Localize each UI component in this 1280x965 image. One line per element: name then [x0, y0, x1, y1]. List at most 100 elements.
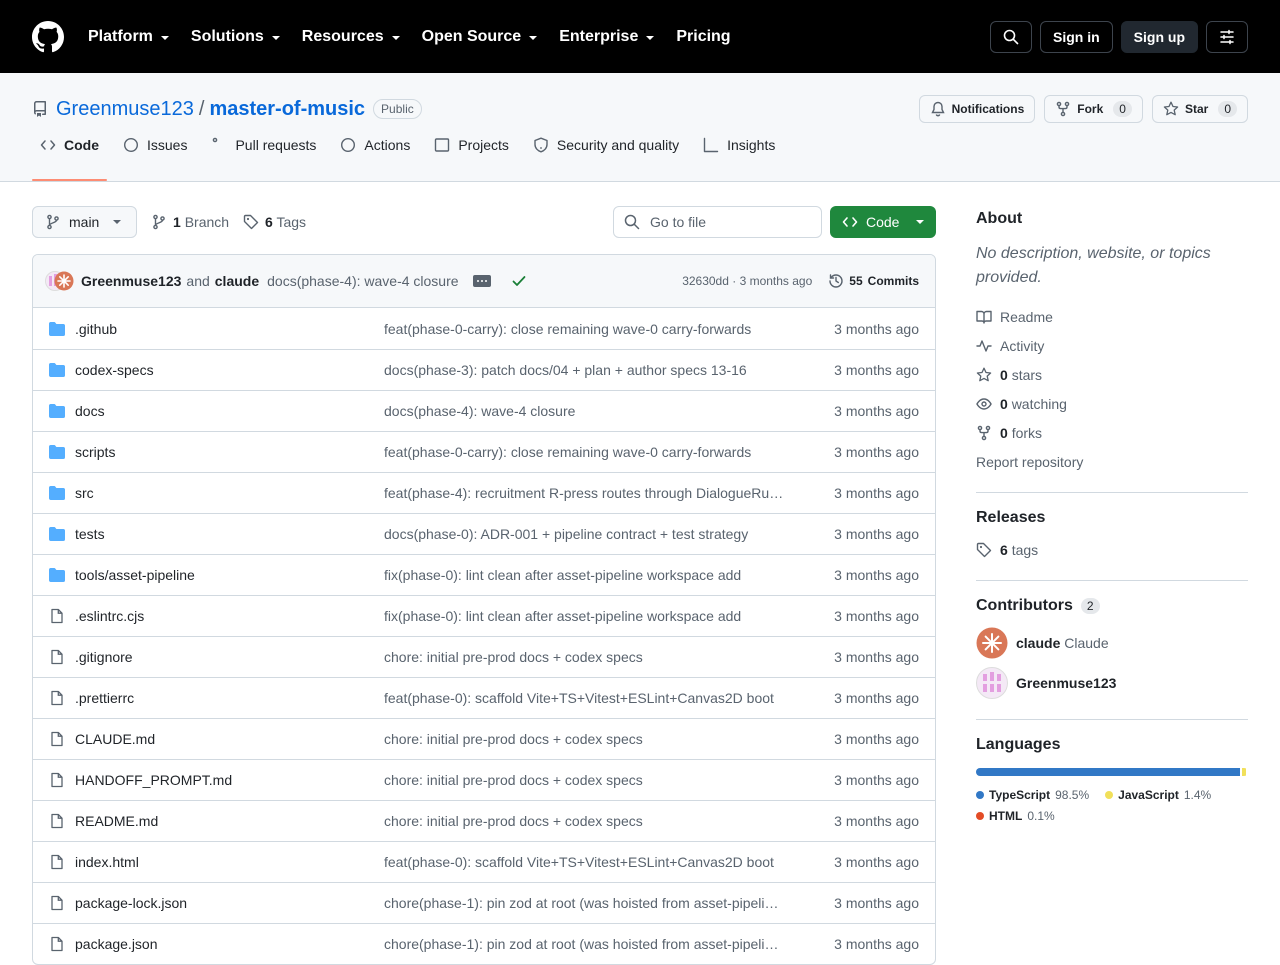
sign-in-button[interactable]: Sign in	[1040, 21, 1113, 53]
tab-label: Projects	[458, 137, 509, 153]
repo-actions: Notifications Fork 0 Star 0	[919, 95, 1248, 123]
main-content: main 1 Branch 6 Tags Go to file Code Gr	[32, 182, 936, 965]
file-commit-time: 3 months ago	[834, 813, 919, 829]
tab-code[interactable]: Code	[32, 125, 107, 165]
file-name-link[interactable]: README.md	[65, 813, 384, 829]
readme-link[interactable]: Readme	[976, 302, 1248, 331]
file-commit-message[interactable]: fix(phase-0): lint clean after asset-pip…	[384, 567, 784, 583]
nav-item-resources[interactable]: Resources	[302, 28, 400, 46]
branch-name: main	[69, 214, 99, 230]
expand-commit-button[interactable]	[473, 275, 491, 287]
file-name-link[interactable]: tests	[65, 526, 384, 542]
file-name-link[interactable]: .gitignore	[65, 649, 384, 665]
nav-item-solutions[interactable]: Solutions	[191, 28, 280, 46]
fork-button[interactable]: Fork 0	[1044, 95, 1143, 123]
latest-commit-message[interactable]: docs(phase-4): wave-4 closure	[267, 273, 458, 289]
git-branch-icon	[45, 214, 61, 230]
file-commit-message[interactable]: chore(phase-1): pin zod at root (was hoi…	[384, 936, 784, 952]
contributor-item[interactable]: claude Claude	[976, 623, 1248, 663]
file-name-link[interactable]: src	[65, 485, 384, 501]
file-commit-message[interactable]: chore(phase-1): pin zod at root (was hoi…	[384, 895, 784, 911]
tab-actions[interactable]: Actions	[332, 125, 418, 165]
file-commit-message[interactable]: chore: initial pre-prod docs + codex spe…	[384, 731, 784, 747]
nav-item-label: Enterprise	[559, 28, 638, 46]
language-color-dot	[976, 812, 984, 820]
file-commit-message[interactable]: feat(phase-0): scaffold Vite+TS+Vitest+E…	[384, 690, 784, 706]
star-button[interactable]: Star 0	[1152, 95, 1248, 123]
file-icon	[49, 895, 65, 911]
file-name-link[interactable]: index.html	[65, 854, 384, 870]
go-to-file-input[interactable]: Go to file	[613, 206, 822, 238]
file-name-link[interactable]: package-lock.json	[65, 895, 384, 911]
nav-item-label: Solutions	[191, 28, 264, 46]
file-commit-message[interactable]: chore: initial pre-prod docs + codex spe…	[384, 813, 784, 829]
branch-select[interactable]: main	[32, 206, 137, 238]
nav-item-platform[interactable]: Platform	[88, 28, 169, 46]
file-name-link[interactable]: tools/asset-pipeline	[65, 567, 384, 583]
notifications-button[interactable]: Notifications	[919, 95, 1036, 123]
commit-sha-time[interactable]: 32630dd · 3 months ago	[682, 274, 812, 288]
file-commit-message[interactable]: docs(phase-4): wave-4 closure	[384, 403, 784, 419]
file-commit-message[interactable]: chore: initial pre-prod docs + codex spe…	[384, 772, 784, 788]
repo-owner-link[interactable]: Greenmuse123	[56, 98, 194, 121]
file-commit-message[interactable]: feat(phase-4): recruitment R-press route…	[384, 485, 784, 501]
commit-author-1[interactable]: Greenmuse123	[81, 273, 181, 289]
file-name-link[interactable]: .prettierrc	[65, 690, 384, 706]
file-commit-message[interactable]: chore: initial pre-prod docs + codex spe…	[384, 649, 784, 665]
tab-security-and-quality[interactable]: Security and quality	[525, 125, 687, 165]
language-item[interactable]: JavaScript1.4%	[1105, 784, 1211, 805]
file-row: tools/asset-pipelinefix(phase-0): lint c…	[33, 554, 935, 595]
language-item[interactable]: HTML0.1%	[976, 805, 1055, 826]
file-name-link[interactable]: docs	[65, 403, 384, 419]
stars-link[interactable]: 0 stars	[976, 360, 1248, 389]
branches-link[interactable]: 1 Branch	[151, 214, 229, 230]
tab-pull-requests[interactable]: Pull requests	[203, 125, 324, 165]
file-name-link[interactable]: .eslintrc.cjs	[65, 608, 384, 624]
nav-item-open-source[interactable]: Open Source	[422, 28, 538, 46]
file-commit-message[interactable]: docs(phase-3): patch docs/04 + plan + au…	[384, 362, 784, 378]
fork-icon	[1055, 101, 1071, 117]
file-commit-message[interactable]: feat(phase-0-carry): close remaining wav…	[384, 444, 784, 460]
commits-link[interactable]: 55 Commits	[828, 273, 919, 289]
report-repository-link[interactable]: Report repository	[976, 447, 1248, 476]
contributors-heading[interactable]: Contributors 2	[976, 597, 1248, 615]
tab-projects[interactable]: Projects	[426, 125, 517, 165]
nav-item-pricing[interactable]: Pricing	[676, 28, 730, 46]
file-commit-time: 3 months ago	[834, 854, 919, 870]
watching-count: 0	[1000, 396, 1008, 412]
github-logo-icon[interactable]	[32, 21, 64, 53]
file-commit-message[interactable]: feat(phase-0-carry): close remaining wav…	[384, 321, 784, 337]
tags-link[interactable]: 6 Tags	[243, 214, 306, 230]
language-item[interactable]: TypeScript98.5%	[976, 784, 1089, 805]
file-commit-message[interactable]: feat(phase-0): scaffold Vite+TS+Vitest+E…	[384, 854, 784, 870]
nav-item-enterprise[interactable]: Enterprise	[559, 28, 654, 46]
appearance-settings-button[interactable]	[1206, 21, 1248, 53]
file-row: codex-specsdocs(phase-3): patch docs/04 …	[33, 349, 935, 390]
contributor-item[interactable]: Greenmuse123	[976, 663, 1248, 703]
commit-author-2[interactable]: claude	[215, 273, 259, 289]
file-commit-message[interactable]: docs(phase-0): ADR-001 + pipeline contra…	[384, 526, 784, 542]
releases-tags-link[interactable]: 6 tags	[976, 535, 1248, 564]
file-name-link[interactable]: package.json	[65, 936, 384, 952]
sign-up-button[interactable]: Sign up	[1121, 21, 1198, 53]
forks-link[interactable]: 0 forks	[976, 418, 1248, 447]
file-name-link[interactable]: .github	[65, 321, 384, 337]
repo-name-link[interactable]: master-of-music	[209, 98, 365, 121]
chevron-down-icon	[161, 36, 169, 40]
search-button[interactable]	[990, 21, 1032, 53]
code-dropdown-button[interactable]: Code	[830, 206, 936, 238]
file-name-link[interactable]: codex-specs	[65, 362, 384, 378]
file-name-link[interactable]: scripts	[65, 444, 384, 460]
activity-label: Activity	[1000, 338, 1044, 354]
tab-insights[interactable]: Insights	[695, 125, 783, 165]
tag-icon	[976, 542, 992, 558]
file-commit-message[interactable]: fix(phase-0): lint clean after asset-pip…	[384, 608, 784, 624]
tab-issues[interactable]: Issues	[115, 125, 195, 165]
releases-heading[interactable]: Releases	[976, 509, 1248, 527]
file-name-link[interactable]: CLAUDE.md	[65, 731, 384, 747]
releases-tag-label: tags	[1012, 542, 1038, 558]
activity-link[interactable]: Activity	[976, 331, 1248, 360]
check-icon[interactable]	[511, 273, 527, 289]
watching-link[interactable]: 0 watching	[976, 389, 1248, 418]
file-name-link[interactable]: HANDOFF_PROMPT.md	[65, 772, 384, 788]
